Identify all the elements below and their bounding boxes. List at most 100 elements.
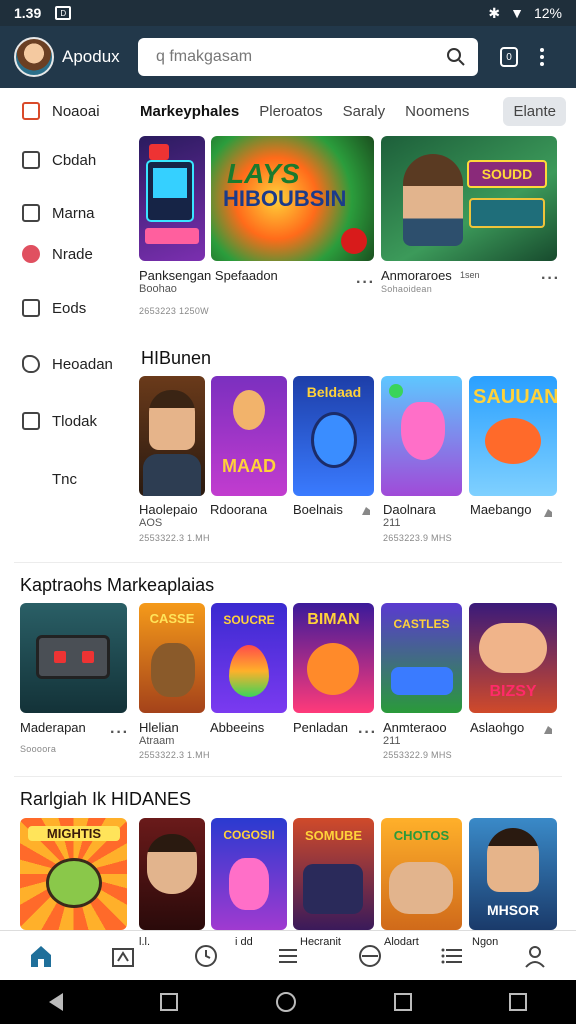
- game-tile[interactable]: COGOSII: [211, 818, 287, 930]
- install-icon[interactable]: [542, 724, 554, 736]
- sidebar-item-label: Cbdah: [52, 151, 97, 169]
- goblin-art: [46, 858, 102, 908]
- kids-art: [389, 862, 453, 914]
- search-icon[interactable]: [446, 47, 466, 67]
- sidebar-item-label: Marna: [52, 204, 95, 222]
- game-art-text: CASTLES: [393, 617, 450, 631]
- ninja-art: [311, 412, 357, 468]
- sidebar-item-marna[interactable]: Marna: [22, 204, 95, 222]
- system-nav-bar: [0, 980, 576, 1024]
- sidebar-item-tlodak[interactable]: Tlodak: [22, 412, 97, 430]
- notification-icon: D: [55, 6, 72, 20]
- game-tile[interactable]: [20, 603, 127, 713]
- robot-eye-art: [82, 651, 94, 663]
- ninjas-art: [303, 864, 363, 914]
- game-label: Hecranit: [300, 936, 341, 948]
- sidebar-item-cbdah[interactable]: Cbdah: [22, 151, 96, 169]
- game-title: Maebango: [470, 502, 532, 517]
- game-art-text: BIZSY: [489, 683, 537, 700]
- more-menu-icon[interactable]: [540, 48, 544, 66]
- more-options-icon[interactable]: ···: [358, 724, 377, 742]
- install-icon[interactable]: [542, 507, 554, 519]
- install-icon[interactable]: [360, 505, 372, 517]
- tab-noomens[interactable]: Noomens: [395, 97, 479, 126]
- featured-tile-soudd[interactable]: SOUDD: [381, 136, 557, 261]
- game-meta: 2553322.3 1.MH: [139, 533, 210, 543]
- sidebar-item-heoadan[interactable]: Heoadan: [22, 355, 113, 373]
- game-title: Abbeeins: [210, 720, 265, 735]
- sidebar-item-eods[interactable]: Eods: [22, 299, 86, 317]
- game-title: Boelnais: [293, 502, 343, 517]
- section-title-hibunen: HIBunen: [141, 348, 212, 368]
- game-tile[interactable]: SAUUAN: [469, 376, 557, 496]
- game-art-text: MIGHTIS: [28, 826, 120, 841]
- game-tile[interactable]: SOMUBE: [293, 818, 374, 930]
- home-icon[interactable]: [28, 943, 54, 969]
- profile-icon[interactable]: [522, 943, 548, 969]
- home-circle-icon[interactable]: [275, 992, 296, 1012]
- man-art: [487, 828, 539, 892]
- game-tile[interactable]: CHOTOS: [381, 818, 462, 930]
- robot-eye-art: [54, 651, 66, 663]
- square-icon: [22, 412, 40, 430]
- app-bar: Apodux q fmakgasam 0: [0, 26, 576, 88]
- tab-saraly[interactable]: Saraly: [333, 97, 396, 126]
- grid-icon: [22, 151, 40, 169]
- recents-icon[interactable]: [393, 993, 412, 1011]
- clock-icon[interactable]: [193, 943, 219, 969]
- game-art-text: BIMAN: [307, 611, 360, 628]
- game-art-text: CHOTOS: [393, 828, 450, 843]
- back-icon[interactable]: [48, 993, 63, 1011]
- search-input[interactable]: q fmakgasam: [138, 38, 478, 76]
- more-options-icon[interactable]: ···: [356, 274, 375, 292]
- game-meta: 2653223.9 MHS: [383, 533, 452, 543]
- featured-sub-1: Boohao: [139, 283, 177, 295]
- gem-icon: [341, 228, 367, 254]
- tab-markeyphales[interactable]: Markeyphales: [130, 97, 249, 126]
- section-divider: [14, 562, 562, 563]
- game-title: Haolepaio: [139, 502, 198, 517]
- game-sub: Soooora: [20, 744, 57, 754]
- more-options-icon[interactable]: ···: [541, 270, 560, 288]
- tab-elante[interactable]: Elante: [503, 96, 566, 126]
- sidebar-item-tnc[interactable]: Tnc: [22, 470, 77, 488]
- section-title-kaptraohs: Kaptraohs Markeaplaias: [20, 575, 215, 595]
- game-label: i dd: [235, 936, 253, 948]
- store-icon[interactable]: [110, 943, 136, 969]
- sidebar-item-nrade[interactable]: Nrade: [22, 245, 93, 263]
- game-tile[interactable]: BIMAN: [293, 603, 374, 713]
- avatar[interactable]: [14, 37, 54, 77]
- featured-tile-arcade[interactable]: [139, 136, 205, 261]
- screenshot-icon[interactable]: [509, 993, 528, 1011]
- sidebar-item-label: Tnc: [52, 470, 78, 488]
- featured-tile-hiboubsin[interactable]: LAYS HIBOUBSIN: [211, 136, 374, 261]
- game-tile[interactable]: [139, 818, 205, 930]
- game-tile[interactable]: [139, 376, 205, 496]
- menu-list-icon[interactable]: [440, 943, 466, 969]
- game-tile[interactable]: MHSOR: [469, 818, 557, 930]
- game-tile[interactable]: CASSE: [139, 603, 205, 713]
- tab-pleroatos[interactable]: Pleroatos: [249, 97, 332, 126]
- hexagon-badge-icon[interactable]: 0: [500, 47, 518, 67]
- square-icon[interactable]: [160, 993, 179, 1011]
- featured-meta-1: 2653223 1250W: [139, 306, 209, 316]
- list-icon[interactable]: [275, 943, 301, 969]
- game-tile[interactable]: Beldaad: [293, 376, 374, 496]
- more-options-icon[interactable]: ···: [110, 724, 129, 742]
- gauge-icon[interactable]: [357, 943, 383, 969]
- game-title: Aslaohgo: [470, 720, 525, 735]
- game-sub: Atraam: [139, 735, 175, 747]
- sidebar-item-label: Heoadan: [52, 355, 113, 373]
- game-tile[interactable]: BIZSY: [469, 603, 557, 713]
- featured-extra-2: 1sen: [460, 270, 480, 280]
- game-tile[interactable]: SOUCRE: [211, 603, 287, 713]
- game-tile[interactable]: MAAD: [211, 376, 287, 496]
- ball-art: [389, 384, 403, 398]
- sidebar-item-label: Tlodak: [52, 412, 98, 430]
- game-tile[interactable]: MIGHTIS: [20, 818, 127, 930]
- car-art: [391, 667, 453, 695]
- sidebar-item-noaoai[interactable]: Noaoai: [22, 102, 100, 120]
- game-tile[interactable]: CASTLES: [381, 603, 462, 713]
- game-tile[interactable]: [381, 376, 462, 496]
- game-meta: 2553322.9 MHS: [383, 750, 452, 760]
